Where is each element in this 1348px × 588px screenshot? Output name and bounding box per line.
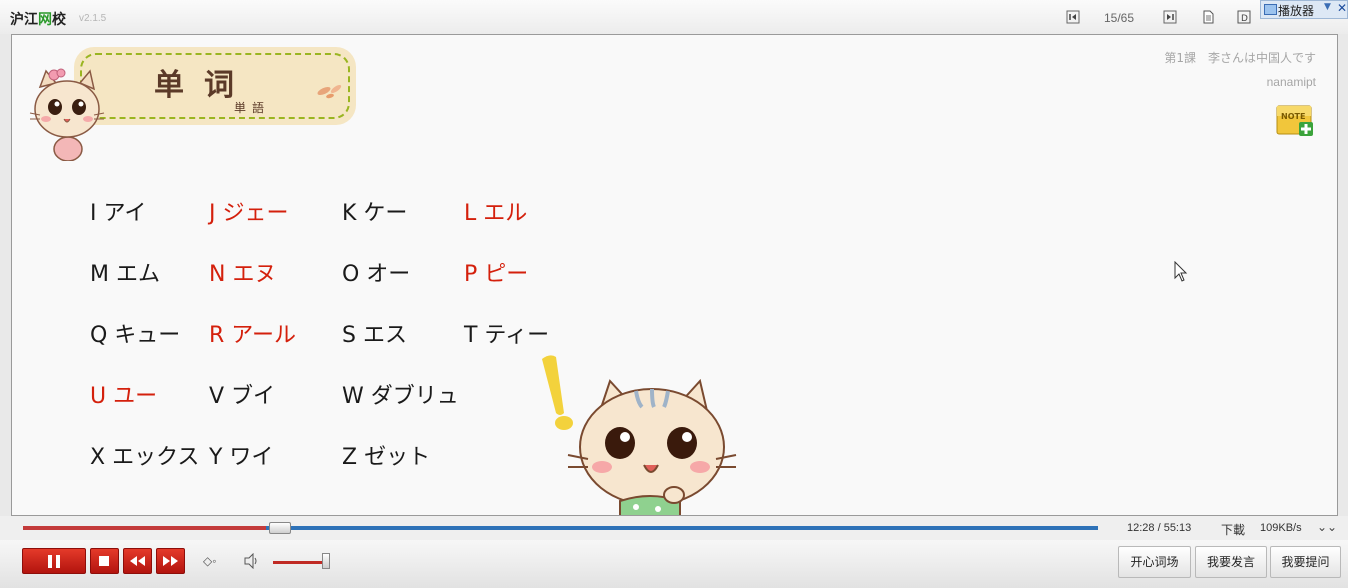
player-menu[interactable]: 播放器 ▼ ✕: [1260, 0, 1348, 19]
playback-mode-icon[interactable]: ◇◦: [203, 554, 216, 568]
speak-button[interactable]: 我要发言: [1195, 546, 1267, 578]
dropdown-arrow-icon: ▼: [1324, 2, 1331, 12]
progress-track[interactable]: [23, 526, 1098, 530]
app-logo: 沪江网校: [10, 12, 66, 28]
tv-icon: [1264, 4, 1277, 15]
fast-forward-icon: [163, 556, 178, 566]
title-banner: 单词 単語: [74, 47, 356, 125]
progress-area: 12:28 / 55:13 下載 109KB/s ⌄⌄: [0, 516, 1348, 540]
vocab-word: R アール: [209, 323, 296, 348]
progress-played: [23, 526, 266, 530]
note-icon[interactable]: NOTE: [1276, 102, 1314, 136]
leaf-decoration-icon: [317, 84, 342, 99]
first-page-icon[interactable]: [1066, 10, 1080, 24]
vocab-game-button[interactable]: 开心词场: [1118, 546, 1191, 578]
download-speed: 109KB/s: [1260, 522, 1302, 534]
collapse-icon[interactable]: ⌄⌄: [1317, 520, 1337, 534]
slide-subtitle: 単語: [234, 101, 271, 115]
vocab-word: S エス: [342, 323, 407, 348]
vocab-word: L エル: [464, 201, 528, 226]
ask-question-button[interactable]: 我要提问: [1270, 546, 1341, 578]
slide-canvas: 单词 単語 第1課 李さんは中国人です nanamipt NOTE I アイ J…: [11, 34, 1338, 516]
vocab-word: X エックス: [90, 445, 200, 470]
svg-text:NOTE: NOTE: [1281, 112, 1305, 121]
vocab-word: V ブイ: [209, 384, 276, 409]
volume-slider[interactable]: [273, 561, 322, 564]
vocab-word: P ピー: [464, 262, 529, 287]
vocab-word: K ケー: [342, 201, 408, 226]
vocab-word: U ユー: [90, 384, 158, 409]
cat-mascot-exclamation: [542, 355, 737, 515]
slide-title: 单词: [154, 68, 254, 103]
download-link[interactable]: 下載: [1221, 521, 1245, 538]
time-display: 12:28 / 55:13: [1127, 522, 1192, 534]
svg-text:D: D: [1241, 14, 1248, 24]
small-cat-mascot: [29, 68, 105, 161]
fast-forward-button[interactable]: [156, 548, 185, 574]
vocab-word: J ジェー: [209, 201, 289, 226]
last-page-icon[interactable]: [1163, 10, 1177, 24]
vocab-word: O オー: [342, 262, 411, 287]
vocab-word: N エヌ: [209, 262, 277, 287]
stop-icon: [99, 556, 109, 566]
lesson-title: 第1課 李さんは中国人です: [1164, 51, 1316, 65]
mouse-cursor-icon: [1174, 261, 1188, 282]
pause-icon: [48, 555, 60, 568]
vocab-word: T ティー: [464, 323, 550, 348]
author-name: nanamipt: [1266, 75, 1316, 89]
vocab-word: M エム: [90, 262, 160, 287]
progress-thumb[interactable]: [269, 522, 291, 534]
rewind-icon: [130, 556, 145, 566]
stop-button[interactable]: [90, 548, 119, 574]
vocab-word: W ダブリュ: [342, 384, 459, 409]
volume-icon[interactable]: [243, 553, 261, 569]
pause-button[interactable]: [22, 548, 86, 574]
rewind-button[interactable]: [123, 548, 152, 574]
volume-thumb[interactable]: [322, 553, 330, 569]
document-icon[interactable]: [1201, 10, 1215, 24]
page-indicator: 15/65: [1104, 11, 1135, 25]
title-bar: 沪江网校 v2.1.5 15/65 D 播放器 ▼ ✕: [0, 0, 1348, 34]
vocab-word: Q キュー: [90, 323, 181, 348]
vocab-word: I アイ: [90, 201, 147, 226]
control-bar: ◇◦ 开心词场 我要发言 我要提问: [0, 540, 1348, 588]
close-icon[interactable]: ✕: [1337, 1, 1347, 15]
app-version: v2.1.5: [79, 13, 107, 24]
vocab-word: Z ゼット: [342, 445, 431, 470]
outline-icon[interactable]: D: [1237, 10, 1251, 24]
vocab-word: Y ワイ: [209, 445, 274, 470]
